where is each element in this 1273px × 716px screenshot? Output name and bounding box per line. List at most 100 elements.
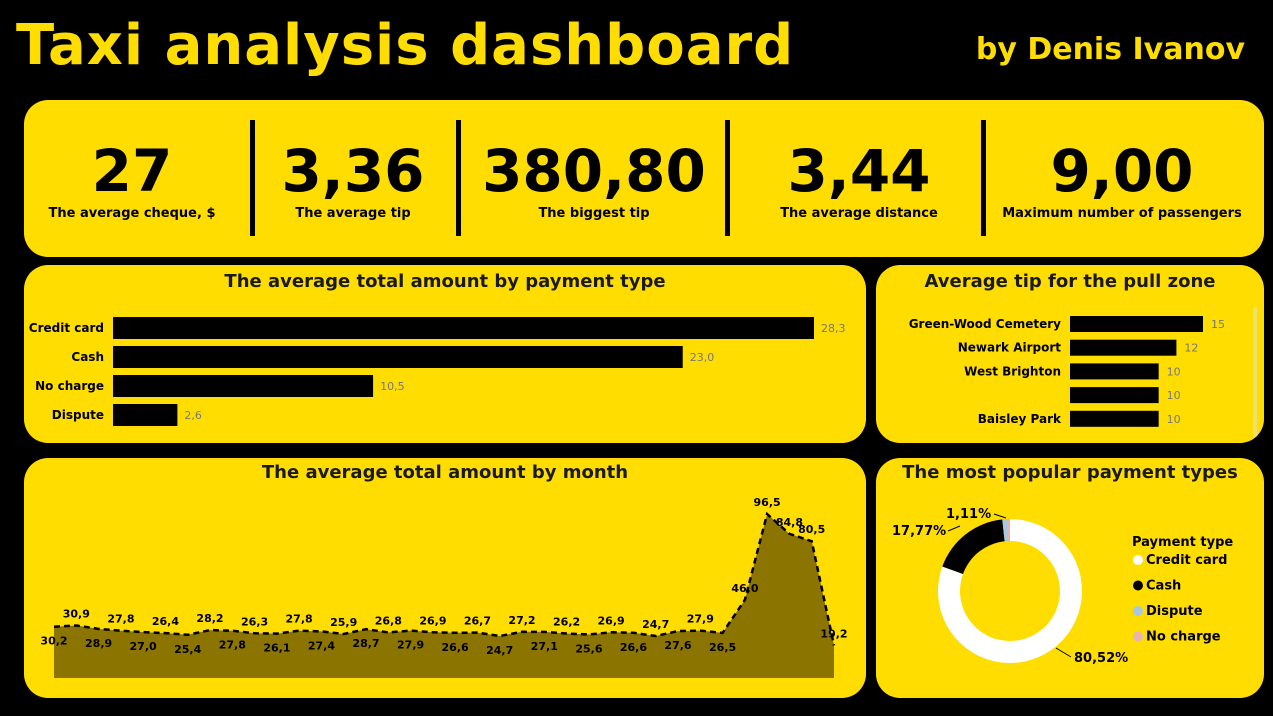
legend-item-label[interactable]: No charge [1146,630,1221,645]
data-label: 24,7 [486,644,513,657]
bar[interactable] [1070,410,1159,427]
data-label: 26,4 [152,615,179,628]
bar-value-label: 10 [1167,365,1181,378]
data-label: 27,8 [219,639,246,652]
leader-line [947,525,961,532]
legend-marker [1133,580,1143,591]
data-label: 27,6 [664,639,691,652]
monthly-area-chart: 30,2 30,9 28,9 27,8 27,0 26,4 25,4 28,2 27,8 26,3… [40,496,848,678]
scrollbar[interactable] [1253,307,1257,437]
kpi-label: The average cheque, $ [48,206,216,221]
bar[interactable] [113,346,683,368]
data-label: 27,1 [531,640,558,653]
payment-share-donut: 80,52% 17,77%1,11% Payment type Credit card… [892,507,1233,666]
legend-item-label[interactable]: Credit card [1146,553,1227,568]
monthly-amount-panel: The average total amount by month 30,2 30… [24,458,866,698]
bar[interactable] [113,404,178,426]
data-label: 27,4 [308,639,335,652]
data-label: 26,6 [442,641,469,654]
kpi-value: 3,36 [281,137,425,205]
data-label: 26,1 [263,642,290,655]
bar[interactable] [113,317,814,339]
bar[interactable] [113,375,374,397]
kpi-value: 3,44 [787,137,931,205]
kpi-label: Maximum number of passengers [1002,206,1242,221]
kpi-divider [456,120,461,236]
data-label: 25,9 [330,616,357,629]
legend-marker [1133,631,1143,642]
bar-category-label: Cash [71,350,104,364]
data-label: 26,8 [375,614,402,627]
kpi-value: 380,80 [482,137,706,205]
bar-category-label: Dispute [52,408,104,422]
data-label: 80,5 [798,523,825,536]
legend-item-label[interactable]: Dispute [1146,604,1203,619]
legend-marker [1133,606,1143,616]
pull-zone-panel: Average tip for the pull zone Green-Wood… [876,265,1264,443]
data-label: 28,2 [196,612,223,625]
payment-type-bar-chart: Credit card 28,3 Cash 23,0 No charge 10,5 Disp… [29,317,846,426]
slice-label: 1,11% [946,507,991,522]
bar[interactable] [1070,387,1159,404]
kpi-divider [250,120,255,236]
legend-marker [1133,555,1143,565]
data-label: 96,5 [754,496,781,509]
payment-share-panel: The most popular payment types 80,52% 17,… [876,458,1264,698]
data-label: 30,9 [63,608,90,621]
kpi-average-distance: 3,44 The average distance [734,100,984,236]
pull-zone-bar-chart: Green-Wood Cemetery 15 Newark Airport 12 Wes… [909,316,1225,427]
bar-value-label: 10 [1167,389,1181,402]
bar[interactable] [1070,339,1177,356]
data-label: 26,9 [419,614,446,627]
legend-item-label[interactable]: Cash [1146,579,1181,594]
kpi-divider [981,120,986,236]
bar-category-label: Baisley Park [978,412,1062,426]
bar[interactable] [1070,316,1203,332]
data-label: 30,2 [40,635,67,648]
bar-category-label: Credit card [29,321,104,335]
kpi-label: The average tip [295,206,411,221]
bar-value-label: 23,0 [690,351,715,364]
data-label: 28,7 [352,637,379,650]
bar-category-label: No charge [35,379,104,393]
data-label: 27,9 [397,639,424,652]
kpi-biggest-tip: 380,80 The biggest tip [464,100,724,236]
data-label: 26,6 [620,641,647,654]
data-label: 27,2 [508,614,535,627]
bar-value-label: 2,6 [184,409,202,422]
bar-category-label: West Brighton [964,364,1061,378]
bar-value-label: 12 [1184,342,1198,355]
kpi-divider [725,120,730,236]
kpi-average-cheque: 27 The average cheque, $ [32,100,232,236]
bar-category-label: Green-Wood Cemetery [909,317,1061,331]
data-label: 27,8 [107,613,134,626]
author-credit: by Denis Ivanov [975,32,1245,67]
kpi-label: The biggest tip [538,206,650,221]
kpi-value: 27 [91,137,173,205]
donut-slice[interactable] [942,519,1005,575]
bar-value-label: 10,5 [380,380,405,393]
data-label: 26,3 [241,615,268,628]
data-label: 27,9 [687,613,714,626]
slice-label: 17,77% [892,524,946,539]
bar-value-label: 15 [1211,318,1225,331]
legend-title: Payment type [1132,535,1233,550]
leader-line [993,513,1007,519]
kpi-value: 9,00 [1050,137,1194,205]
data-label: 26,9 [598,614,625,627]
data-label: 24,7 [642,618,669,631]
data-label: 26,2 [553,616,580,629]
data-label: 28,9 [85,637,112,650]
bar-category-label: Newark Airport [958,341,1062,355]
payment-type-panel: The average total amount by payment type… [24,265,866,443]
data-label: 27,0 [130,640,157,653]
kpi-label: The average distance [780,206,938,221]
data-label: 25,6 [575,643,602,656]
bar[interactable] [1070,363,1159,380]
data-label: 26,7 [464,615,491,628]
data-label: 25,4 [174,643,201,656]
kpi-average-tip: 3,36 The average tip [260,100,446,236]
leader-line [1055,647,1072,658]
bar-value-label: 28,3 [821,322,846,335]
data-label: 19,2 [820,627,847,640]
